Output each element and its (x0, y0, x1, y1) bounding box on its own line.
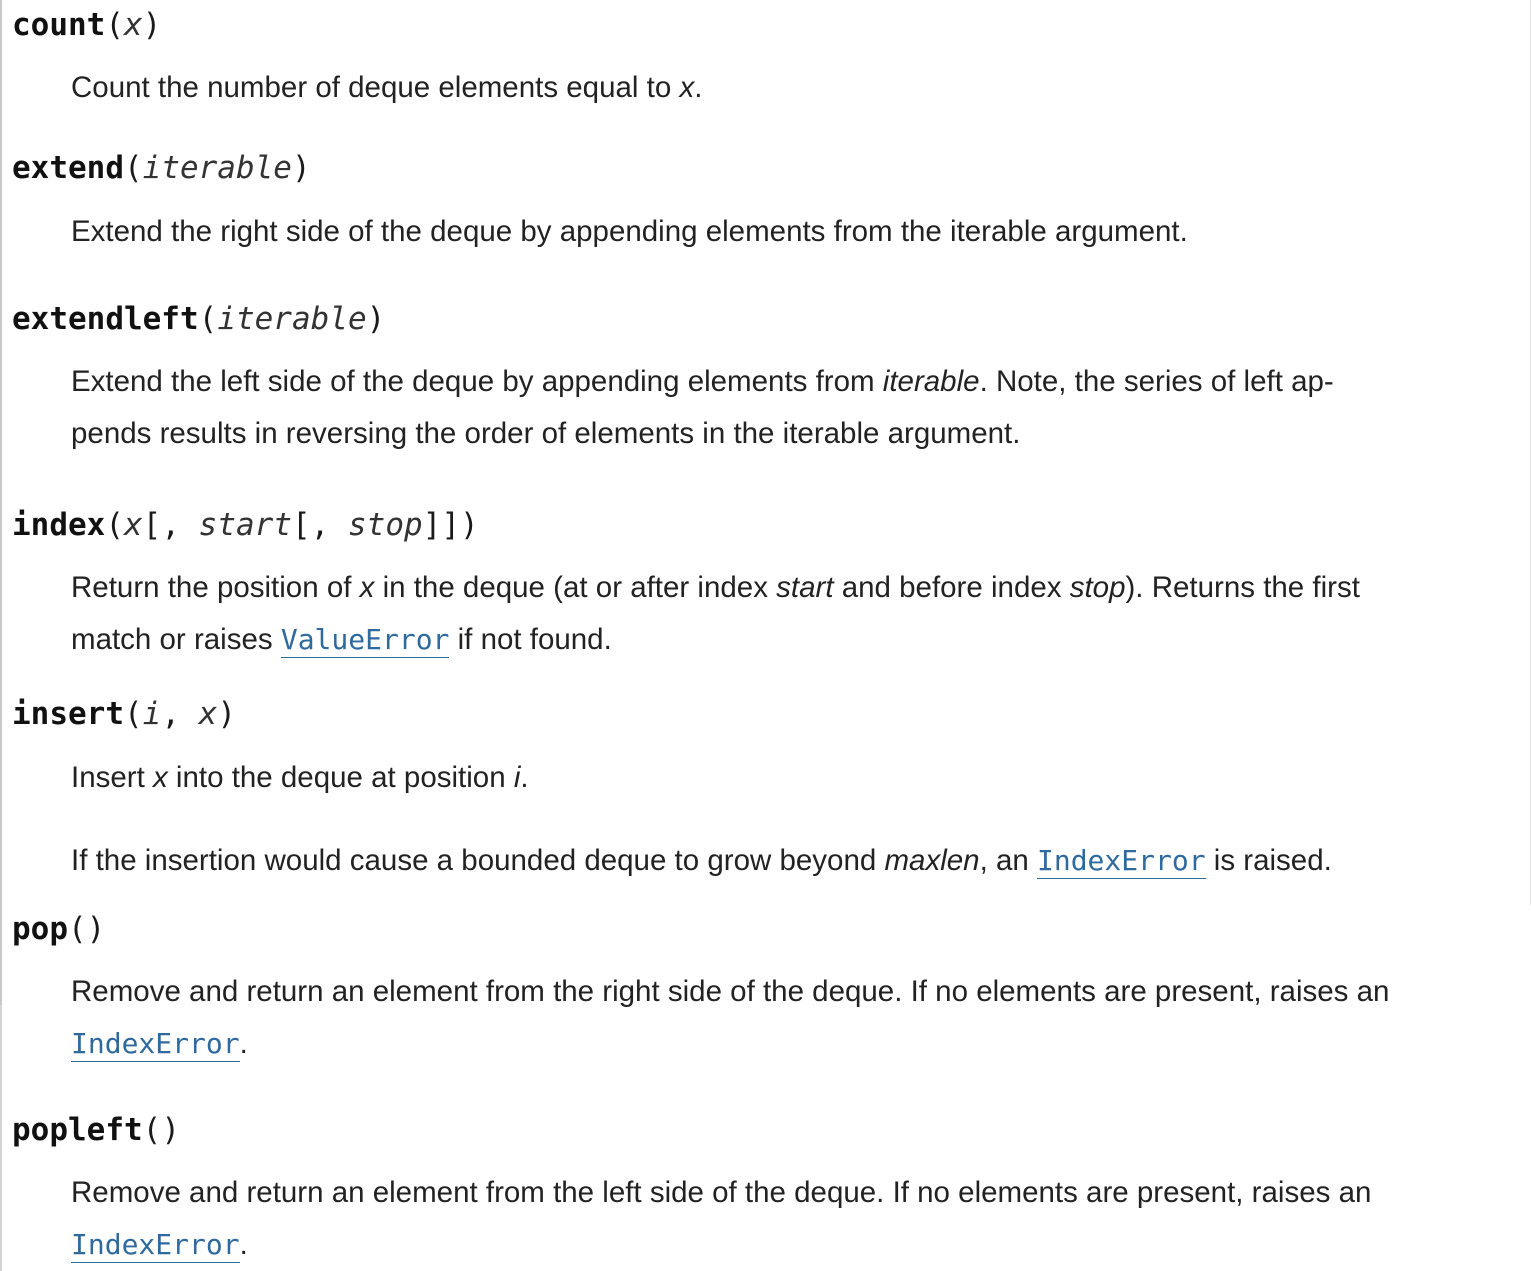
param-i: i (142, 696, 162, 732)
param-x: x (124, 507, 143, 543)
method-signature-insert[interactable]: insert(i, x) (12, 694, 236, 734)
method-signature-count[interactable]: count(x) (12, 5, 161, 45)
method-description: Insert x into the deque at position i. (71, 761, 529, 794)
method-name: popleft (12, 1112, 143, 1148)
method-description-note: If the insertion would cause a bounded d… (71, 844, 1332, 879)
method-signature-pop[interactable]: pop() (12, 909, 105, 949)
left-border-rule (0, 0, 2, 1005)
method-description: Remove and return an element from the le… (71, 1176, 1372, 1263)
indexerror-link[interactable]: IndexError (71, 1228, 240, 1263)
indexerror-link[interactable]: IndexError (71, 1027, 240, 1062)
param-x: x (124, 7, 143, 43)
method-description: Remove and return an element from the ri… (71, 975, 1390, 1062)
method-signature-extend[interactable]: extend(iterable) (12, 148, 311, 188)
left-border-rule-lower (0, 1005, 2, 1271)
valueerror-link[interactable]: ValueError (280, 623, 450, 658)
method-description: Return the position of x in the deque (a… (71, 571, 1360, 658)
method-name: pop (12, 911, 68, 947)
method-signature-popleft[interactable]: popleft() (12, 1110, 180, 1150)
method-name: extendleft (12, 301, 199, 337)
method-name: index (12, 507, 106, 543)
param-iterable: iterable (142, 150, 292, 186)
method-description: Extend the right side of the deque by ap… (71, 215, 1188, 248)
param-start: start (198, 507, 292, 543)
indexerror-link[interactable]: IndexError (1036, 844, 1206, 879)
method-name: insert (12, 696, 124, 732)
method-description: Count the number of deque elements equal… (71, 71, 703, 104)
param-iterable: iterable (217, 301, 367, 337)
method-description: Extend the left side of the deque by app… (71, 365, 1334, 450)
param-stop: stop (348, 507, 423, 543)
method-name: extend (12, 150, 124, 186)
param-x: x (198, 696, 218, 732)
method-signature-index[interactable]: index(x[, start[, stop]]) (12, 505, 479, 545)
method-name: count (12, 7, 106, 43)
method-signature-extendleft[interactable]: extendleft(iterable) (12, 299, 385, 339)
